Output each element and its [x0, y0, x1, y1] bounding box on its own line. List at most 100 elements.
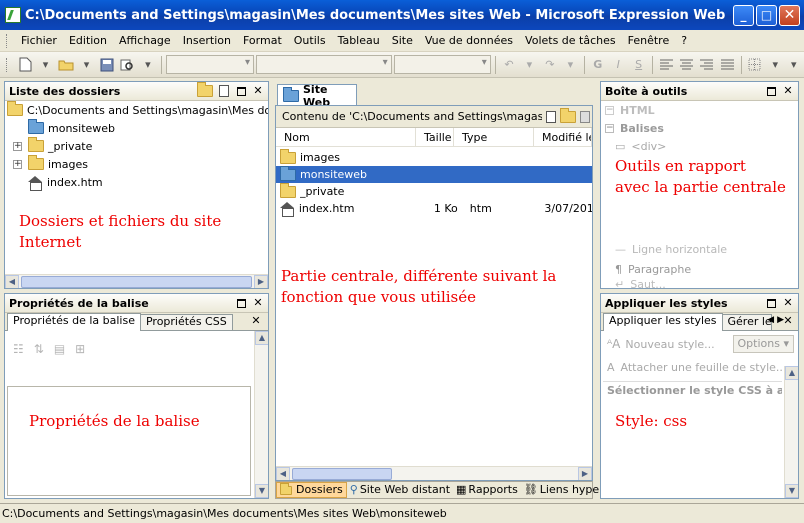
align-left-icon[interactable]: [658, 56, 674, 74]
scroll-right-icon[interactable]: ▶: [578, 467, 592, 480]
menu-insertion[interactable]: Insertion: [177, 34, 237, 47]
scroll-thumb[interactable]: [292, 468, 392, 480]
maximize-panel-icon[interactable]: [237, 298, 246, 308]
toolbox-item-break[interactable]: ↵ Saut...: [601, 279, 666, 288]
file-row[interactable]: index.htm 1 Ko htm 3/07/2012 9: [276, 200, 592, 217]
font-combo[interactable]: [256, 55, 392, 74]
underline-button[interactable]: S: [630, 56, 646, 74]
menu-help[interactable]: ?: [675, 34, 693, 47]
collapse-icon[interactable]: −: [605, 105, 614, 115]
undo-dropdown-arrow-icon[interactable]: ▾: [521, 56, 537, 74]
new-style-link[interactable]: Nouveau style...: [625, 338, 732, 351]
menu-vue-de-donnees[interactable]: Vue de données: [419, 34, 519, 47]
menu-site[interactable]: Site: [386, 34, 419, 47]
align-right-icon[interactable]: [699, 56, 715, 74]
toolbar-options-icon[interactable]: ▾: [786, 56, 802, 74]
close-panel-icon[interactable]: ✕: [252, 297, 264, 309]
redo-icon[interactable]: ↷: [542, 56, 558, 74]
attach-stylesheet-row[interactable]: A Attacher une feuille de style...: [601, 357, 798, 377]
toolbox-section-html[interactable]: − HTML: [601, 101, 798, 119]
menu-grip[interactable]: [6, 33, 9, 48]
new-page-icon[interactable]: [546, 110, 556, 123]
style-combo[interactable]: [166, 55, 255, 74]
menu-fenetre[interactable]: Fenêtre: [622, 34, 676, 47]
toolbar-grip[interactable]: [6, 57, 9, 72]
scroll-right-icon[interactable]: ▶: [254, 275, 268, 288]
maximize-panel-icon[interactable]: [767, 298, 776, 308]
borders-dropdown-arrow-icon[interactable]: ▾: [767, 56, 783, 74]
tab-site-web[interactable]: Site Web: [277, 83, 357, 109]
close-button[interactable]: ✕: [779, 4, 800, 26]
expand-icon[interactable]: +: [13, 141, 22, 151]
new-document-icon[interactable]: [17, 56, 33, 74]
new-page-icon[interactable]: [219, 85, 229, 97]
view-tab-reports[interactable]: ▦ Rapports: [453, 482, 521, 498]
minimize-button[interactable]: _: [733, 4, 754, 26]
column-header-modified[interactable]: Modifié le: [534, 128, 592, 146]
view-tab-dossiers[interactable]: Dossiers: [276, 482, 347, 498]
new-folder-icon[interactable]: [197, 82, 213, 97]
maximize-button[interactable]: □: [756, 4, 777, 26]
site-web-hscrollbar[interactable]: ◀ ▶: [276, 466, 592, 480]
scroll-down-icon[interactable]: ▼: [255, 484, 268, 498]
file-row[interactable]: _private: [276, 182, 592, 200]
preview-dropdown-arrow-icon[interactable]: ▾: [140, 56, 156, 74]
borders-icon[interactable]: [747, 56, 763, 74]
tag-properties-vscrollbar[interactable]: ▲ ▼: [254, 331, 268, 498]
tab-manage-styles[interactable]: Gérer les: [721, 314, 772, 330]
size-combo[interactable]: [393, 55, 491, 74]
file-row-selected[interactable]: monsiteweb: [276, 165, 592, 183]
folder-list-hscrollbar[interactable]: ◀ ▶: [5, 274, 268, 288]
close-panel-icon[interactable]: ✕: [252, 85, 264, 97]
menu-edition[interactable]: Edition: [63, 34, 113, 47]
bold-button[interactable]: G: [589, 56, 605, 74]
new-dropdown-arrow-icon[interactable]: ▾: [37, 56, 53, 74]
redo-dropdown-arrow-icon[interactable]: ▾: [562, 56, 578, 74]
scroll-up-icon[interactable]: ▲: [785, 366, 798, 380]
tag-dropdown-icon[interactable]: ⊞: [75, 342, 85, 356]
collapse-icon[interactable]: −: [605, 123, 614, 133]
apply-styles-vscrollbar[interactable]: ▲ ▼: [784, 366, 798, 498]
toolbox-item-hr[interactable]: — Ligne horizontale: [601, 240, 727, 258]
tab-tag-properties[interactable]: Propriétés de la balise: [7, 313, 141, 331]
align-center-icon[interactable]: [678, 56, 694, 74]
tree-item-private[interactable]: + _private: [5, 137, 268, 155]
options-button[interactable]: Options ▾: [732, 335, 794, 353]
toolbox-item-paragraph[interactable]: ¶ Paragraphe: [601, 260, 691, 278]
close-panel-icon[interactable]: ✕: [782, 297, 794, 309]
new-folder-icon[interactable]: [560, 107, 576, 123]
menu-volets-de-taches[interactable]: Volets de tâches: [519, 34, 622, 47]
close-panel-icon[interactable]: ✕: [782, 85, 794, 97]
menu-fichier[interactable]: Fichier: [15, 34, 63, 47]
undo-icon[interactable]: ↶: [501, 56, 517, 74]
scroll-left-icon[interactable]: ◀: [276, 467, 290, 480]
column-header-type[interactable]: Type: [454, 128, 534, 146]
toolbox-section-tags[interactable]: − Balises: [601, 119, 798, 137]
open-dropdown-arrow-icon[interactable]: ▾: [78, 56, 94, 74]
menu-affichage[interactable]: Affichage: [113, 34, 177, 47]
sort-az-icon[interactable]: ⇅: [34, 342, 44, 356]
column-header-size[interactable]: Taille: [416, 128, 454, 146]
close-tab-icon[interactable]: ✕: [250, 315, 262, 327]
tab-apply-styles[interactable]: Appliquer les styles: [603, 313, 723, 331]
maximize-panel-icon[interactable]: [767, 86, 776, 96]
up-folder-icon[interactable]: [580, 110, 590, 123]
show-set-properties-icon[interactable]: ▤: [54, 342, 65, 356]
file-row[interactable]: images: [276, 148, 592, 166]
menu-tableau[interactable]: Tableau: [332, 34, 386, 47]
italic-button[interactable]: I: [610, 56, 626, 74]
justify-icon[interactable]: [719, 56, 735, 74]
print-preview-icon[interactable]: [119, 56, 135, 74]
close-tab-icon[interactable]: ✕: [782, 315, 794, 327]
menu-outils[interactable]: Outils: [288, 34, 332, 47]
scroll-up-icon[interactable]: ▲: [255, 331, 268, 345]
maximize-panel-icon[interactable]: [237, 86, 246, 96]
scroll-down-icon[interactable]: ▼: [785, 484, 798, 498]
save-icon[interactable]: [99, 56, 115, 74]
open-folder-icon[interactable]: [58, 56, 74, 74]
categorized-icon[interactable]: ☷: [13, 342, 24, 356]
tree-item-monsiteweb[interactable]: monsiteweb: [5, 119, 268, 137]
tab-scroll-left-icon[interactable]: ◀: [767, 315, 774, 325]
tree-item-images[interactable]: + images: [5, 155, 268, 173]
scroll-thumb[interactable]: [21, 276, 252, 288]
